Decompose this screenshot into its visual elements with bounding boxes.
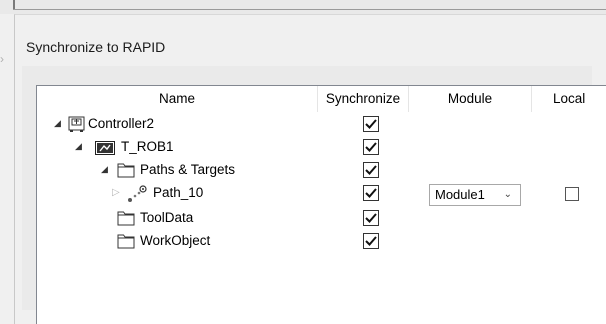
tree-row-paths-targets[interactable]: ◢ Paths & Targets xyxy=(37,159,606,182)
module-select-value: Module1 xyxy=(435,187,485,202)
controller-icon xyxy=(68,116,85,132)
path-icon xyxy=(128,185,147,202)
tree-row-workobject[interactable]: WorkObject xyxy=(37,230,606,253)
expanded-arrow-icon[interactable]: ◢ xyxy=(101,164,108,175)
tree-row-label: ToolData xyxy=(140,210,194,225)
column-header-local[interactable]: Local xyxy=(532,86,606,112)
folder-icon xyxy=(117,234,135,249)
tree-row-label: WorkObject xyxy=(140,233,211,248)
column-header-name[interactable]: Name xyxy=(37,86,318,112)
tree-row-label: Path_10 xyxy=(153,185,204,200)
folder-icon xyxy=(117,163,135,178)
folder-icon xyxy=(117,211,135,226)
dialog-title: Synchronize to RAPID xyxy=(26,39,166,55)
tree-row-label: Paths & Targets xyxy=(140,162,236,177)
local-checkbox[interactable] xyxy=(565,187,579,201)
synchronize-checkbox[interactable] xyxy=(363,116,379,132)
tree-row-tooldata[interactable]: ToolData xyxy=(37,207,606,230)
column-header-synchronize[interactable]: Synchronize xyxy=(318,86,409,112)
synchronize-checkbox[interactable] xyxy=(363,210,379,226)
column-header-module[interactable]: Module xyxy=(409,86,532,112)
tree-row-controller[interactable]: ◢ Controller2 xyxy=(37,113,606,136)
synchronize-checkbox[interactable] xyxy=(363,233,379,249)
background-window-divider xyxy=(13,9,606,10)
tree-row-label: Controller2 xyxy=(88,116,155,131)
synchronize-tree-list[interactable]: Name Synchronize Module Local ◢ Controll… xyxy=(36,85,606,324)
module-select[interactable]: Module1 ⌄ xyxy=(429,184,521,206)
left-panel-arrow-icon: › xyxy=(0,52,4,66)
tree-row-path[interactable]: ▷ Path_10 Module1 ⌄ xyxy=(37,182,606,207)
robot-task-icon xyxy=(95,141,115,155)
collapsed-arrow-icon[interactable]: ▷ xyxy=(112,187,120,198)
tree-row-task[interactable]: ◢ T_ROB1 xyxy=(37,136,606,159)
expanded-arrow-icon[interactable]: ◢ xyxy=(54,118,61,129)
expanded-arrow-icon[interactable]: ◢ xyxy=(75,141,82,152)
background-window-edge xyxy=(0,0,606,14)
tree-row-label: T_ROB1 xyxy=(121,139,174,154)
synchronize-checkbox[interactable] xyxy=(363,162,379,178)
chevron-down-icon: ⌄ xyxy=(503,189,512,200)
synchronize-checkbox[interactable] xyxy=(363,185,379,201)
synchronize-checkbox[interactable] xyxy=(363,139,379,155)
